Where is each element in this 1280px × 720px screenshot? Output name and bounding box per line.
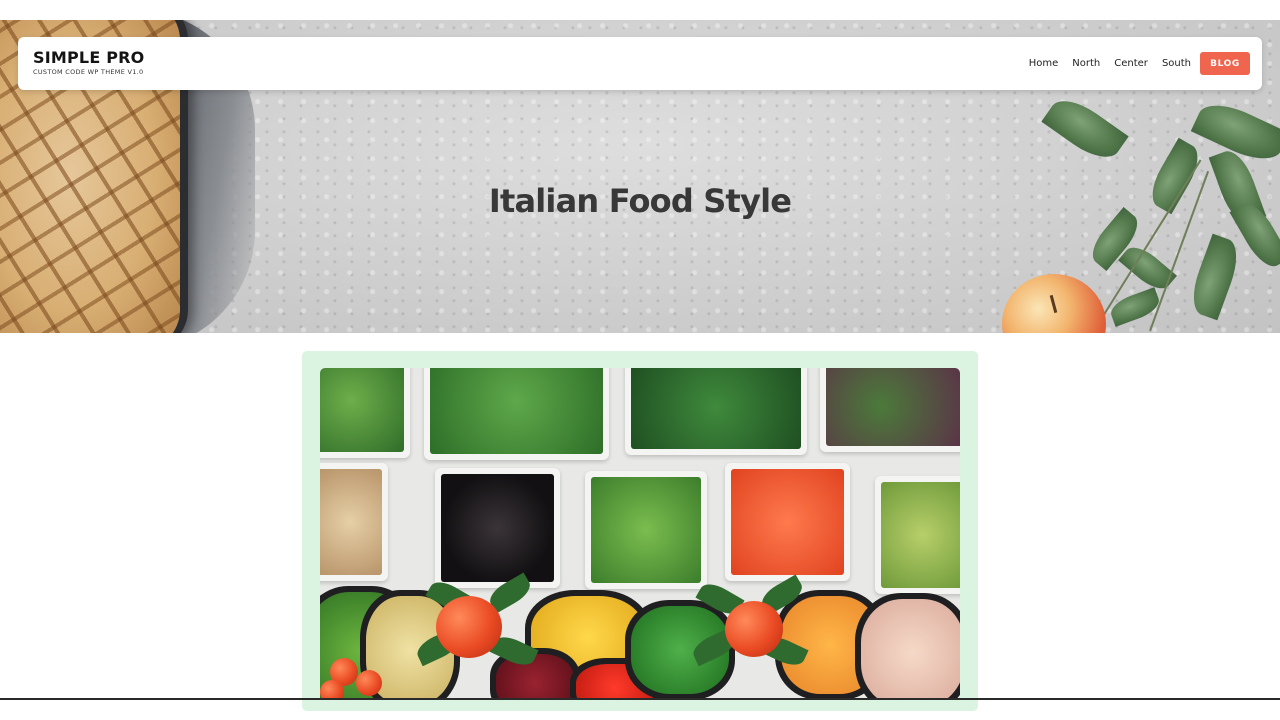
tomato-bowl [725,463,850,581]
cherry-tomato [356,670,382,696]
site-header: SIMPLE PRO CUSTOM CODE WP THEME V1.0 Hom… [18,37,1262,90]
lettuce-bowl [820,368,960,452]
leaf-decoration [1185,233,1245,321]
leaf-decoration [1118,240,1177,296]
spinach-bowl [424,368,609,460]
salad-bar-photo[interactable] [320,368,960,700]
greens-bowl [320,368,410,458]
chicken-bowl [320,463,388,581]
tomato-garnish [436,596,502,658]
window-bottom-edge [0,698,1280,700]
hero-title: Italian Food Style [488,182,792,220]
broccoli-bowl [585,471,707,589]
site-logo[interactable]: SIMPLE PRO CUSTOM CODE WP THEME V1.0 [33,49,144,77]
main-menu: Home North Center South BLOG [1015,52,1250,75]
blog-button[interactable]: BLOG [1200,52,1250,75]
sprouts-bowl [875,476,960,594]
kale-bowl [625,368,807,455]
tomato-garnish [725,601,783,657]
site-tagline: CUSTOM CODE WP THEME V1.0 [33,68,144,76]
leaf-decoration [1041,90,1129,168]
ham-bowl [855,593,960,700]
nav-item-center[interactable]: Center [1114,58,1148,69]
nav-item-south[interactable]: South [1162,58,1191,69]
nav-item-home[interactable]: Home [1029,58,1059,69]
site-title[interactable]: SIMPLE PRO [33,49,144,67]
nav-item-north[interactable]: North [1072,58,1100,69]
olives-bowl [435,468,560,588]
cherry-tomato [320,680,344,700]
